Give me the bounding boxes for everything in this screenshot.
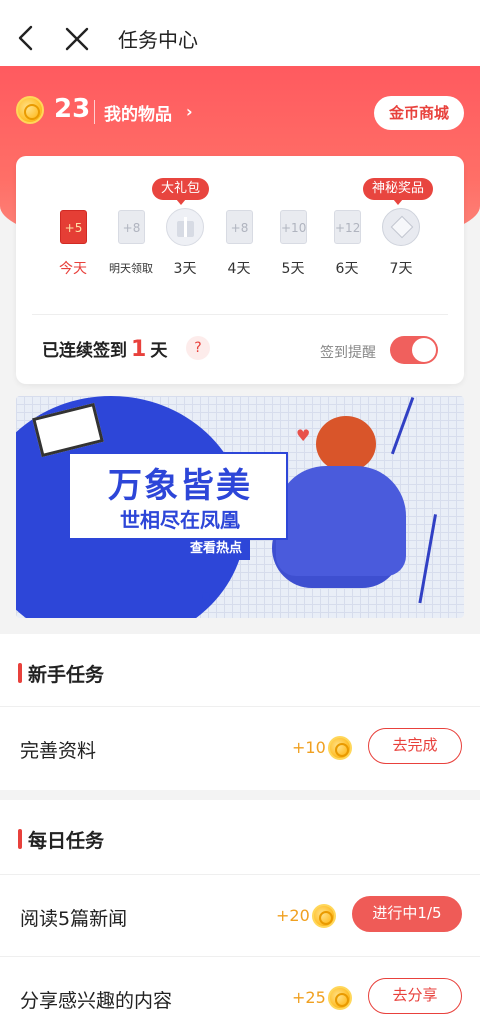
header-divider — [94, 100, 95, 124]
sign-day-6[interactable]: +12 6天 — [320, 210, 374, 290]
task-divider — [0, 956, 480, 957]
section-divider — [0, 706, 480, 707]
coin-shop-button[interactable]: 金币商城 — [374, 96, 464, 130]
gold-coin-icon — [312, 904, 336, 928]
illustration-hair — [316, 416, 376, 472]
complete-profile-button[interactable]: 去完成 — [368, 728, 462, 764]
banner-dot — [202, 592, 210, 600]
gift-box-icon — [166, 208, 204, 246]
illustration-person — [276, 466, 406, 576]
task-reward: +25 — [292, 988, 326, 1007]
sign-streak-text: 已连续签到 1 天 — [42, 336, 167, 362]
daily-tasks-section: 每日任务 阅读5篇新闻 +20 进行中1/5 分享感兴趣的内容 +25 去分享 — [0, 800, 480, 1020]
face-icon — [50, 592, 66, 608]
heart-icon: ♥ — [296, 426, 311, 445]
sign-reminder-label: 签到提醒 — [320, 345, 376, 361]
sign-in-card: 大礼包 神秘奖品 +5 今天 +8 明天领取 3天 +8 4天 +10 5天 +… — [16, 156, 464, 384]
sign-day-label: 4天 — [227, 261, 251, 277]
gift-pack-tag: 大礼包 — [152, 178, 210, 205]
toggle-knob — [412, 338, 436, 362]
back-arrow-icon[interactable] — [14, 24, 38, 52]
gold-coin-icon — [328, 986, 352, 1010]
sign-day-label: 3天 — [173, 261, 197, 277]
banner-subline: 世相尽在凤凰 — [120, 508, 240, 532]
mystery-prize-tag: 神秘奖品 — [363, 178, 434, 205]
red-packet-icon: +8 — [226, 210, 253, 244]
top-nav-bar: 任务中心 — [0, 0, 480, 76]
gold-coin-icon — [328, 736, 352, 760]
streak-days: 1 — [131, 337, 147, 362]
sign-day-1[interactable]: +5 今天 — [46, 210, 100, 290]
section-title: 每日任务 — [18, 826, 104, 853]
sign-day-label: 今天 — [59, 261, 87, 277]
chevron-right-icon[interactable]: › — [186, 102, 193, 121]
banner-headline-plate: 万象皆美 世相尽在凤凰 — [68, 452, 304, 556]
red-packet-icon: +12 — [334, 210, 361, 244]
task-name: 完善资料 — [20, 740, 97, 762]
sign-day-3[interactable]: 3天 — [158, 208, 212, 290]
my-items-link[interactable]: 我的物品 — [104, 100, 172, 125]
new-user-tasks-section: 新手任务 完善资料 +10 去完成 — [0, 634, 480, 790]
sign-day-7[interactable]: 7天 — [374, 208, 428, 290]
sign-day-2[interactable]: +8 明天领取 — [104, 210, 158, 290]
section-divider — [0, 874, 480, 875]
sign-day-label: 5天 — [281, 261, 305, 277]
card-divider — [32, 314, 448, 315]
streak-suffix: 天 — [150, 341, 168, 361]
red-packet-icon: +10 — [280, 210, 307, 244]
sign-day-4[interactable]: +8 4天 — [212, 210, 266, 290]
task-reward: +10 — [292, 738, 326, 757]
red-packet-icon: +8 — [118, 210, 145, 244]
page-title: 任务中心 — [118, 28, 198, 52]
coin-balance: 23 — [54, 94, 91, 124]
mystery-gem-icon — [382, 208, 420, 246]
banner-cta-button[interactable]: 查看热点 — [182, 538, 251, 560]
share-button[interactable]: 去分享 — [368, 978, 462, 1014]
banner-headline: 万象皆美 — [108, 466, 252, 506]
sign-day-label: 6天 — [335, 261, 359, 277]
close-icon[interactable] — [64, 26, 90, 52]
sign-day-label: 明天领取 — [109, 262, 153, 275]
sign-day-label: 7天 — [389, 261, 413, 277]
promo-banner[interactable]: ♥ 万象皆美 世相尽在凤凰 查看热点 — [16, 396, 464, 618]
task-reward: +20 — [276, 906, 310, 925]
help-question-icon[interactable]: ? — [186, 336, 210, 360]
section-title: 新手任务 — [18, 660, 104, 687]
task-name: 阅读5篇新闻 — [20, 908, 128, 930]
streak-prefix: 已连续签到 — [42, 341, 127, 361]
read-news-progress-button[interactable]: 进行中1/5 — [352, 896, 462, 932]
task-name: 分享感兴趣的内容 — [20, 990, 173, 1012]
red-packet-icon: +5 — [60, 210, 87, 244]
sign-day-5[interactable]: +10 5天 — [266, 210, 320, 290]
gold-coin-icon — [16, 96, 44, 124]
sign-reminder-toggle[interactable] — [390, 336, 438, 364]
